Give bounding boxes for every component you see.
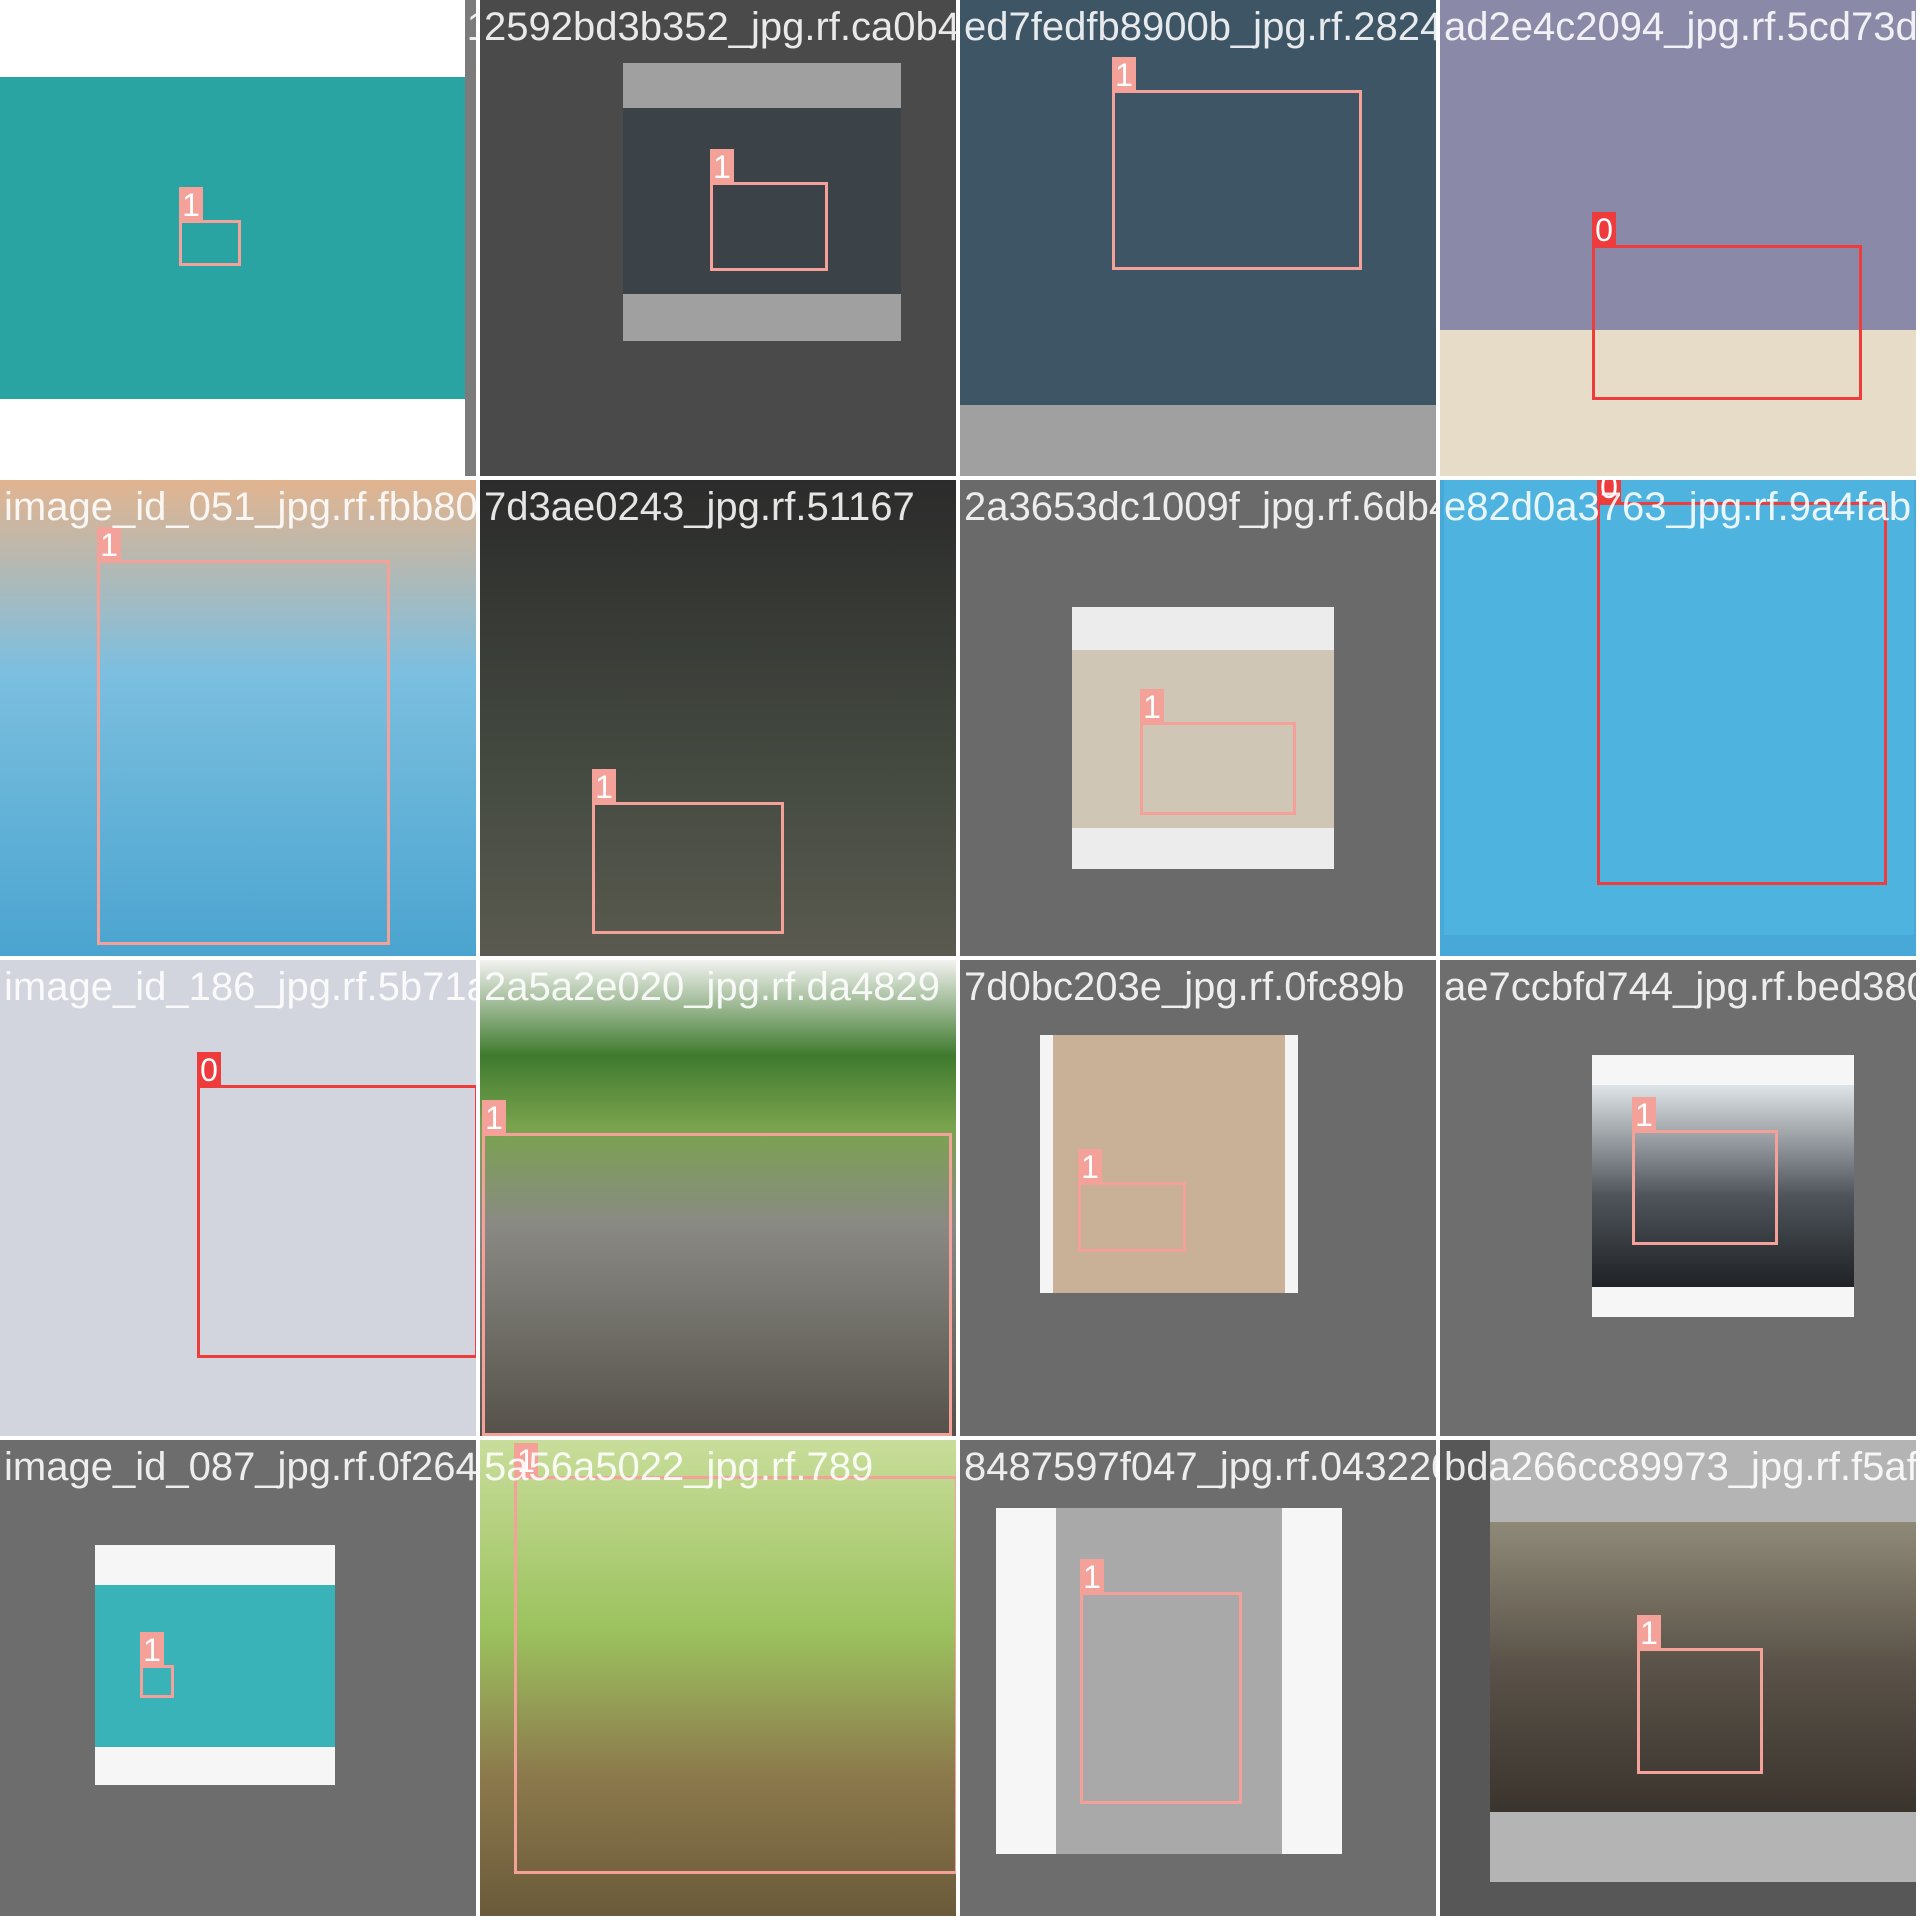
class-label: 0: [197, 1052, 221, 1088]
tile-filename: image_id_137_jpg.rf.937214: [4, 5, 478, 49]
mosaic-tile: 0 image_id_186_jpg.rf.5b71ae: [0, 960, 478, 1438]
class-label: 1: [1112, 57, 1136, 93]
class-label: 1: [1637, 1615, 1661, 1651]
mosaic-tile: 1 2592bd3b352_jpg.rf.ca0b4d: [480, 0, 958, 478]
mosaic-tile: 1 image_id_087_jpg.rf.0f2641: [0, 1440, 478, 1918]
mosaic-tile: 1 5a56a5022_jpg.rf.789: [480, 1440, 958, 1918]
class-label: 1: [482, 1100, 506, 1136]
bounding-box: 0: [1597, 480, 1887, 885]
mosaic-tile: 1 ed7fedfb8900b_jpg.rf.2824a2: [960, 0, 1438, 478]
class-label: 1: [710, 149, 734, 185]
tile-filename: 7d3ae0243_jpg.rf.51167: [484, 485, 915, 529]
class-label: 1: [140, 1632, 164, 1668]
class-label: 1: [97, 527, 121, 563]
mosaic-tile: 1 7d0bc203e_jpg.rf.0fc89b: [960, 960, 1438, 1438]
tile-photo: [95, 1585, 335, 1747]
tile-filename: e82d0a3763_jpg.rf.9a4fab: [1444, 485, 1912, 529]
bounding-box: 1: [179, 187, 241, 266]
tile-filename: ed7fedfb8900b_jpg.rf.2824a2: [964, 5, 1438, 49]
bounding-box: 1: [482, 1100, 952, 1436]
mosaic-tile: 1 image_id_051_jpg.rf.fbb808: [0, 480, 478, 958]
class-label: 1: [1080, 1559, 1104, 1595]
bounding-box: 1: [1632, 1097, 1778, 1245]
tile-filename: 8487597f047_jpg.rf.043220: [964, 1445, 1438, 1489]
bounding-box: 1: [140, 1632, 174, 1698]
mosaic-tile: 1 image_id_137_jpg.rf.937214: [0, 0, 478, 478]
mosaic-tile: 0 e82d0a3763_jpg.rf.9a4fab: [1440, 480, 1918, 958]
tile-filename: ae7ccbfd744_jpg.rf.bed380: [1444, 965, 1918, 1009]
mosaic-tile: 1 8487597f047_jpg.rf.043220: [960, 1440, 1438, 1918]
tile-filename: image_id_186_jpg.rf.5b71ae: [4, 965, 478, 1009]
tile-filename: 5a56a5022_jpg.rf.789: [484, 1445, 874, 1489]
tile-pad: [465, 0, 476, 476]
mosaic-grid: 1 image_id_137_jpg.rf.937214 1 2592bd3b3…: [0, 0, 1920, 1920]
bounding-box: 1: [710, 149, 828, 271]
bounding-box: 1: [592, 769, 784, 934]
tile-filename: bda266cc89973_jpg.rf.f5af822: [1444, 1445, 1918, 1489]
bounding-box: 1: [1080, 1559, 1242, 1804]
class-label: 0: [1592, 212, 1616, 248]
tile-filename: 7d0bc203e_jpg.rf.0fc89b: [964, 965, 1405, 1009]
bounding-box: 1: [97, 527, 390, 945]
tile-filename: ad2e4c2094_jpg.rf.5cd73d: [1444, 5, 1918, 49]
class-label: 1: [1140, 689, 1164, 725]
tile-filename: 2a5a2e020_jpg.rf.da4829: [484, 965, 940, 1009]
bounding-box: 1: [1637, 1615, 1763, 1774]
mosaic-tile: 1 2a3653dc1009f_jpg.rf.6db4bf6: [960, 480, 1438, 958]
tile-filename: image_id_051_jpg.rf.fbb808: [4, 485, 478, 529]
class-label: 1: [592, 769, 616, 805]
bounding-box: 1: [1112, 57, 1362, 270]
mosaic-tile: 0 ad2e4c2094_jpg.rf.5cd73d: [1440, 0, 1918, 478]
mosaic-tile: 1 bda266cc89973_jpg.rf.f5af822: [1440, 1440, 1918, 1918]
mosaic-tile: 1 2a5a2e020_jpg.rf.da4829: [480, 960, 958, 1438]
bounding-box: 0: [197, 1052, 476, 1358]
mosaic-tile: 1 ae7ccbfd744_jpg.rf.bed380: [1440, 960, 1918, 1438]
bounding-box: 1: [1140, 689, 1296, 815]
bounding-box: 1: [514, 1443, 956, 1874]
bounding-box: 0: [1592, 212, 1862, 400]
mosaic-tile: 1 7d3ae0243_jpg.rf.51167: [480, 480, 958, 958]
tile-filename: 2592bd3b352_jpg.rf.ca0b4d: [484, 5, 958, 49]
tile-filename: image_id_087_jpg.rf.0f2641: [4, 1445, 478, 1489]
bounding-box: 1: [1078, 1149, 1186, 1252]
class-label: 1: [1632, 1097, 1656, 1133]
class-label: 1: [1078, 1149, 1102, 1185]
tile-pad: [960, 405, 1436, 476]
tile-filename: 2a3653dc1009f_jpg.rf.6db4bf6: [964, 485, 1436, 529]
class-label: 1: [179, 187, 203, 223]
